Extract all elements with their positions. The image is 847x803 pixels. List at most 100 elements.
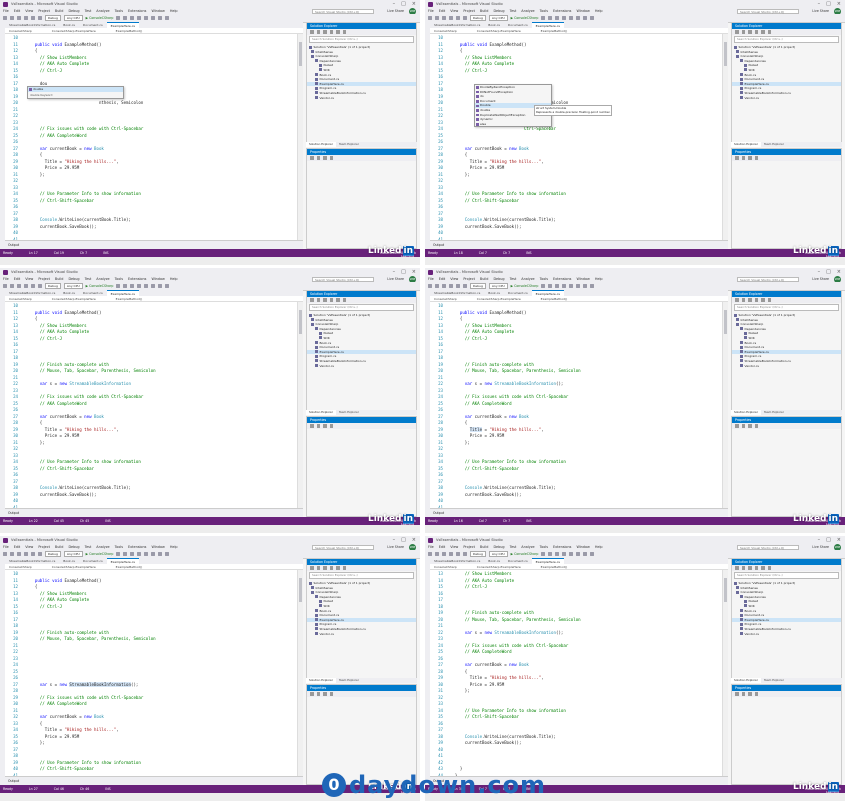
solution-tool-icon[interactable]: [748, 30, 752, 34]
toolbar-button-icon[interactable]: [456, 284, 460, 288]
code-editor[interactable]: 10 11 public void ExampleMethod() 12 {13 /…: [430, 302, 728, 509]
menu-analyze[interactable]: Analyze: [521, 277, 534, 281]
properties-tool-icon[interactable]: [748, 692, 752, 696]
toolbar-button-icon[interactable]: [569, 284, 574, 288]
properties-tool-icon[interactable]: [754, 156, 758, 160]
solution-search-input[interactable]: Search Solution Explorer (Ctrl+;): [309, 36, 414, 43]
solution-tool-icon[interactable]: [342, 566, 346, 570]
toolbar-button-icon[interactable]: [24, 16, 28, 20]
menu-debug[interactable]: Debug: [68, 9, 79, 13]
menu-tools[interactable]: Tools: [115, 9, 123, 13]
code-editor[interactable]: 10 11 public void ExampleMethod() 12 {13 /…: [430, 34, 728, 241]
config-dropdown[interactable]: Debug: [470, 550, 486, 558]
solution-tab[interactable]: Solution Explorer: [731, 678, 761, 683]
nav-member-dropdown[interactable]: ExampleMethod(): [116, 565, 143, 569]
editor-scrollbar[interactable]: [297, 570, 303, 777]
solution-tool-icon[interactable]: [748, 566, 752, 570]
menu-build[interactable]: Build: [55, 9, 64, 13]
menu-help[interactable]: Help: [595, 9, 603, 13]
properties-tool-icon[interactable]: [754, 424, 758, 428]
menu-test[interactable]: Test: [510, 277, 517, 281]
solution-tool-icon[interactable]: [310, 30, 314, 34]
menu-analyze[interactable]: Analyze: [96, 277, 109, 281]
solution-tool-icon[interactable]: [735, 566, 739, 570]
solution-tab[interactable]: Team Explorer: [761, 142, 787, 147]
solution-tool-icon[interactable]: [748, 298, 752, 302]
menu-project[interactable]: Project: [38, 277, 50, 281]
toolbar-button-icon[interactable]: [555, 552, 560, 556]
solution-tool-icon[interactable]: [310, 566, 314, 570]
toolbar-button-icon[interactable]: [24, 552, 28, 556]
solution-search-input[interactable]: Search Solution Explorer (Ctrl+;): [309, 572, 414, 579]
toolbar-button-icon[interactable]: [137, 552, 142, 556]
toolbar-button-icon[interactable]: [449, 16, 453, 20]
solution-tab[interactable]: Team Explorer: [336, 678, 362, 683]
solution-tool-icon[interactable]: [336, 30, 340, 34]
solution-tool-icon[interactable]: [761, 30, 765, 34]
platform-dropdown[interactable]: Any CPU: [488, 550, 508, 558]
maximize-icon[interactable]: □: [401, 537, 406, 543]
solution-search-input[interactable]: Search Solution Explorer (Ctrl+;): [734, 36, 839, 43]
toolbar-button-icon[interactable]: [144, 552, 149, 556]
solution-tool-icon[interactable]: [329, 566, 333, 570]
menu-view[interactable]: View: [25, 277, 33, 281]
toolbar-button-icon[interactable]: [3, 552, 7, 556]
menu-edit[interactable]: Edit: [439, 545, 446, 549]
menu-test[interactable]: Test: [85, 277, 92, 281]
minimize-icon[interactable]: –: [818, 537, 821, 543]
toolbar-button-icon[interactable]: [10, 284, 14, 288]
toolbar-button-icon[interactable]: [151, 284, 156, 288]
menu-debug[interactable]: Debug: [68, 277, 79, 281]
toolbar-button-icon[interactable]: [555, 16, 560, 20]
maximize-icon[interactable]: □: [826, 1, 831, 7]
menu-help[interactable]: Help: [595, 277, 603, 281]
intellisense-popup[interactable]: double double Keyword: [27, 86, 124, 99]
solution-tool-icon[interactable]: [329, 298, 333, 302]
code-editor[interactable]: 10 11 public void ExampleMethod() 12 {13 /…: [5, 302, 303, 509]
menu-window[interactable]: Window: [576, 545, 589, 549]
minimize-icon[interactable]: –: [393, 1, 396, 7]
menu-extensions[interactable]: Extensions: [128, 9, 146, 13]
solution-tool-icon[interactable]: [741, 298, 745, 302]
close-icon[interactable]: ×: [412, 1, 416, 7]
toolbar-button-icon[interactable]: [165, 16, 170, 20]
toolbar-button-icon[interactable]: [583, 284, 588, 288]
toolbar-button-icon[interactable]: [130, 284, 135, 288]
toolbar-button-icon[interactable]: [10, 16, 14, 20]
toolbar-button-icon[interactable]: [576, 16, 581, 20]
maximize-icon[interactable]: □: [401, 269, 406, 275]
properties-tool-icon[interactable]: [316, 424, 320, 428]
editor-scrollbar[interactable]: [722, 34, 728, 241]
menu-project[interactable]: Project: [463, 545, 475, 549]
toolbar-button-icon[interactable]: [463, 552, 467, 556]
toolbar-button-icon[interactable]: [116, 284, 121, 288]
platform-dropdown[interactable]: Any CPU: [63, 14, 83, 22]
solution-tool-icon[interactable]: [310, 298, 314, 302]
menu-debug[interactable]: Debug: [493, 545, 504, 549]
menu-extensions[interactable]: Extensions: [553, 545, 571, 549]
editor-scrollbar[interactable]: [722, 570, 728, 777]
toolbar-button-icon[interactable]: [548, 552, 553, 556]
menu-debug[interactable]: Debug: [493, 277, 504, 281]
live-share-button[interactable]: Live Share: [387, 545, 404, 549]
solution-tool-icon[interactable]: [323, 30, 327, 34]
solution-tool-icon[interactable]: [316, 566, 320, 570]
toolbar-button-icon[interactable]: [38, 284, 42, 288]
properties-tool-icon[interactable]: [329, 156, 333, 160]
solution-tool-icon[interactable]: [754, 30, 758, 34]
tree-node[interactable]: Vendor.cs: [307, 364, 416, 369]
close-icon[interactable]: ×: [412, 537, 416, 543]
completion-item[interactable]: double: [28, 87, 123, 92]
platform-dropdown[interactable]: Any CPU: [488, 282, 508, 290]
close-icon[interactable]: ×: [837, 269, 841, 275]
toolbar-button-icon[interactable]: [158, 284, 163, 288]
menu-file[interactable]: File: [428, 545, 434, 549]
scrollbar-thumb[interactable]: [724, 578, 727, 602]
solution-tool-icon[interactable]: [741, 30, 745, 34]
minimize-icon[interactable]: –: [818, 1, 821, 7]
nav-member-dropdown[interactable]: ExampleMethod(): [116, 297, 143, 301]
editor-scrollbar[interactable]: [722, 302, 728, 509]
completion-item[interactable]: else: [475, 122, 551, 127]
toolbar-button-icon[interactable]: [428, 284, 432, 288]
menu-window[interactable]: Window: [151, 9, 164, 13]
